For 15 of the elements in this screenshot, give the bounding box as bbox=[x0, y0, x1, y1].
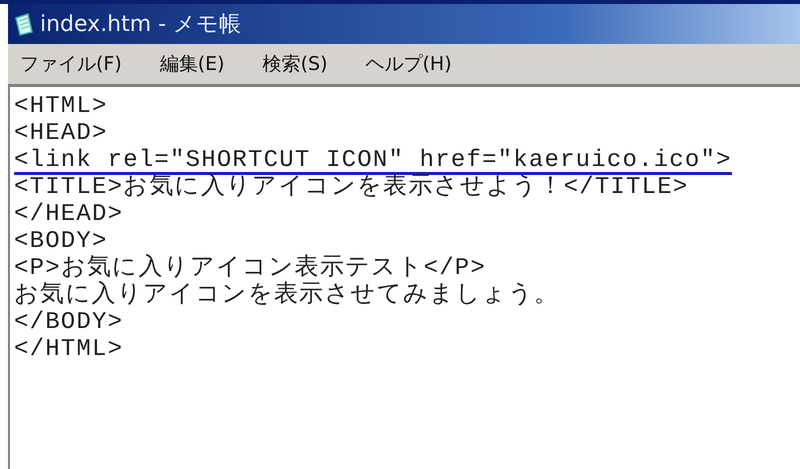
code-line: <HEAD> bbox=[14, 120, 108, 147]
menu-item[interactable]: 検索(S) bbox=[262, 51, 328, 77]
window-title: index.htm - メモ帳 bbox=[40, 11, 242, 39]
code-line: <HTML> bbox=[14, 93, 108, 120]
code-line: <P>お気に入りアイコン表示テスト</P> bbox=[14, 255, 486, 282]
notepad-icon bbox=[12, 12, 36, 36]
menu-item[interactable]: ファイル(F) bbox=[20, 51, 122, 77]
code-line: </HTML> bbox=[14, 336, 124, 363]
code-line: <TITLE>お気に入りアイコンを表示させよう！</TITLE> bbox=[14, 174, 688, 201]
code-line: </BODY> bbox=[14, 309, 124, 336]
code-line: お気に入りアイコンを表示させてみましょう。 bbox=[14, 282, 560, 309]
menu-item[interactable]: ヘルプ(H) bbox=[366, 51, 452, 77]
code-line: <BODY> bbox=[14, 228, 108, 255]
code-line: </HEAD> bbox=[14, 201, 124, 228]
menu-item[interactable]: 編集(E) bbox=[160, 51, 225, 77]
